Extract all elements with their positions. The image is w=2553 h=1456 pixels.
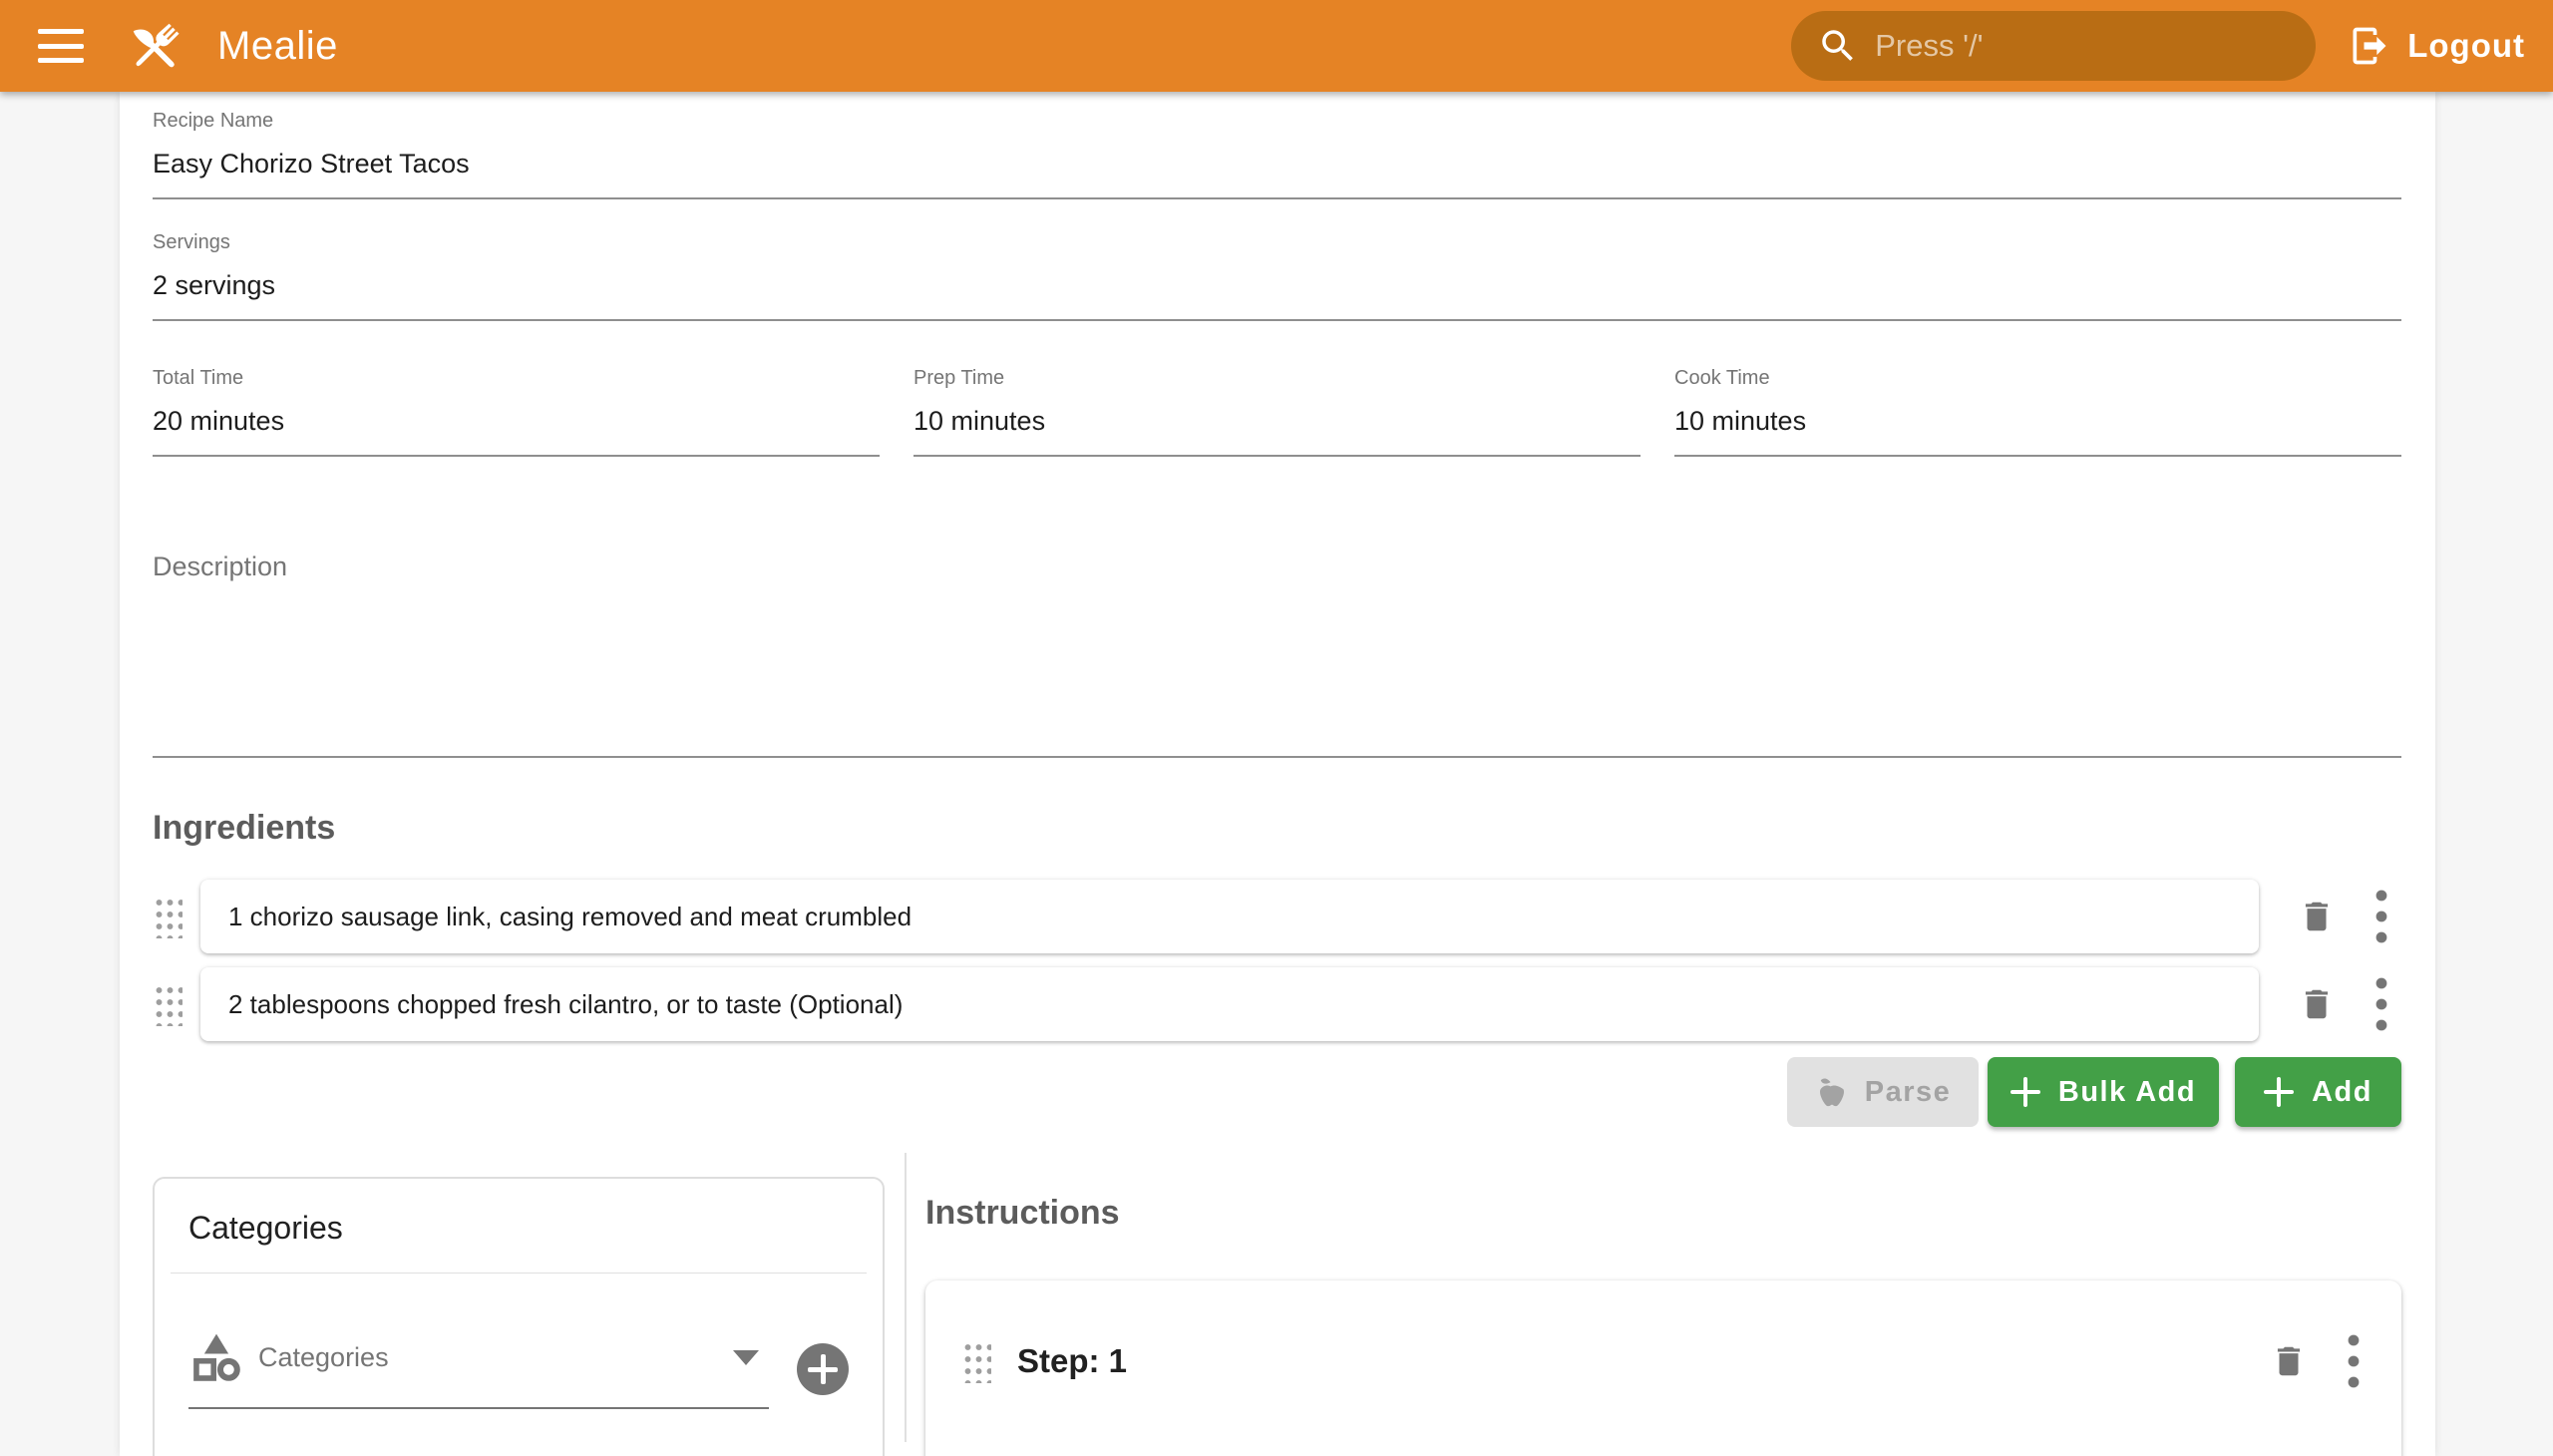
chevron-down-icon[interactable] (733, 1350, 759, 1365)
add-ingredient-button[interactable]: Add (2235, 1057, 2401, 1127)
categories-select[interactable]: Categories (188, 1329, 769, 1409)
trash-icon (2298, 985, 2336, 1023)
bulk-add-label: Bulk Add (2058, 1076, 2196, 1109)
add-label: Add (2312, 1076, 2372, 1109)
step-card: Step: 1 Combine crumbled chorizo and chi… (925, 1280, 2401, 1456)
delete-ingredient-button[interactable] (2298, 898, 2336, 935)
menu-icon[interactable] (38, 29, 84, 63)
total-time-label: Total Time (153, 365, 880, 391)
ingredient-menu-icon[interactable] (2375, 973, 2387, 1035)
divider (171, 1273, 867, 1274)
recipe-name-value[interactable]: Easy Chorizo Street Tacos (153, 142, 2401, 185)
ingredient-input[interactable]: 2 tablespoons chopped fresh cilantro, or… (200, 967, 2259, 1041)
instructions-heading: Instructions (925, 1191, 2401, 1235)
cook-time-field[interactable]: Cook Time 10 minutes (1674, 365, 2401, 457)
recipe-name-label: Recipe Name (153, 108, 2401, 134)
logout-icon (2348, 24, 2391, 68)
delete-step-button[interactable] (2270, 1342, 2308, 1380)
search-placeholder: Press '/' (1875, 28, 1983, 64)
search-icon (1817, 25, 1859, 67)
parse-label: Parse (1865, 1076, 1952, 1109)
servings-field[interactable]: Servings 2 servings (153, 229, 2401, 321)
logout-button[interactable]: Logout (2348, 24, 2525, 68)
description-label: Description (153, 546, 2401, 586)
ingredient-row: 1 chorizo sausage link, casing removed a… (153, 880, 2401, 953)
ingredients-heading: Ingredients (153, 806, 2401, 850)
plus-icon (2010, 1077, 2040, 1107)
bulk-add-button[interactable]: Bulk Add (1988, 1057, 2219, 1127)
description-field[interactable]: Description (153, 546, 2401, 758)
logout-label: Logout (2407, 27, 2525, 65)
search-input[interactable]: Press '/' (1791, 11, 2316, 81)
total-time-value[interactable]: 20 minutes (153, 399, 880, 443)
category-shapes-icon (188, 1329, 244, 1385)
trash-icon (2298, 898, 2336, 935)
prep-time-field[interactable]: Prep Time 10 minutes (913, 365, 1641, 457)
plus-icon (2264, 1077, 2294, 1107)
ingredient-list: 1 chorizo sausage link, casing removed a… (153, 880, 2401, 1041)
delete-ingredient-button[interactable] (2298, 985, 2336, 1023)
step-menu-icon[interactable] (2348, 1330, 2360, 1392)
description-value[interactable] (153, 586, 2401, 744)
total-time-field[interactable]: Total Time 20 minutes (153, 365, 880, 457)
step-title: Step: 1 (1017, 1342, 2270, 1380)
ingredient-menu-icon[interactable] (2375, 886, 2387, 947)
app-title: Mealie (217, 24, 338, 69)
servings-label: Servings (153, 229, 2401, 255)
recipe-editor-card: Recipe Name Easy Chorizo Street Tacos Se… (120, 92, 2435, 1456)
parse-button[interactable]: Parse (1787, 1057, 1979, 1127)
ingredient-row: 2 tablespoons chopped fresh cilantro, or… (153, 967, 2401, 1041)
ingredient-input[interactable]: 1 chorizo sausage link, casing removed a… (200, 880, 2259, 953)
app-header: Mealie Press '/' Logout (0, 0, 2553, 92)
drag-handle-icon[interactable] (153, 895, 182, 938)
add-category-button[interactable] (797, 1343, 849, 1395)
recipe-name-field[interactable]: Recipe Name Easy Chorizo Street Tacos (153, 108, 2401, 199)
categories-select-label: Categories (258, 1342, 733, 1373)
servings-value[interactable]: 2 servings (153, 263, 2401, 307)
categories-heading: Categories (155, 1179, 883, 1251)
apple-icon (1815, 1075, 1849, 1109)
mealie-logo-icon (126, 16, 185, 76)
drag-handle-icon[interactable] (961, 1339, 991, 1383)
trash-icon (2270, 1342, 2308, 1380)
prep-time-label: Prep Time (913, 365, 1641, 391)
categories-card: Categories Categories (153, 1177, 885, 1456)
prep-time-value[interactable]: 10 minutes (913, 399, 1641, 443)
drag-handle-icon[interactable] (153, 982, 182, 1026)
cook-time-value[interactable]: 10 minutes (1674, 399, 2401, 443)
cook-time-label: Cook Time (1674, 365, 2401, 391)
